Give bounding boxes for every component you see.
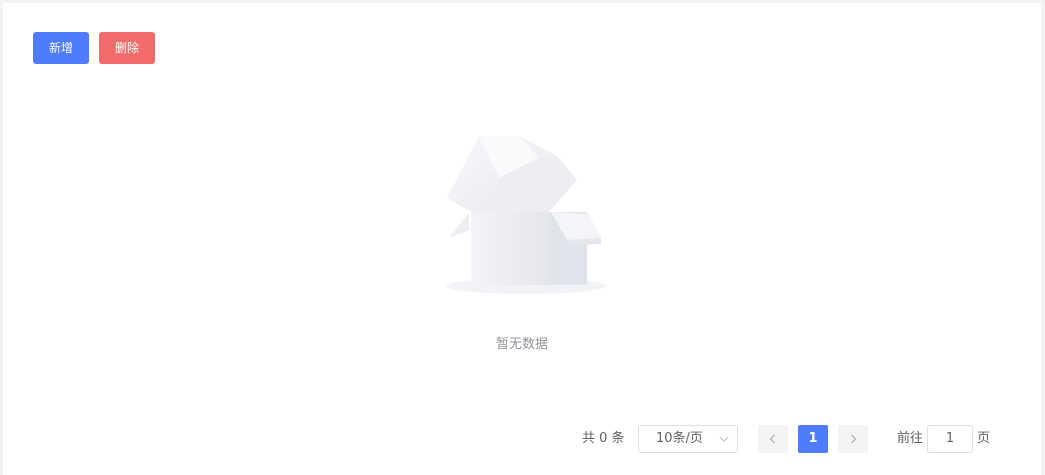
page-number-current[interactable]: 1 [798,425,828,453]
total-count: 共 0 条 [582,431,625,446]
empty-text: 暂无数据 [495,337,548,352]
chevron-right-icon [851,434,857,444]
delete-button[interactable]: 删除 [99,32,155,64]
page-size-select[interactable]: 10条/页 [638,425,738,453]
page-size-value: 10条/页 [656,431,703,446]
empty-box-icon [446,136,606,294]
next-page-button[interactable] [838,425,868,453]
goto-suffix: 页 [977,431,991,446]
goto-page-input[interactable] [927,425,973,453]
chevron-down-icon [719,436,729,442]
chevron-left-icon [769,434,775,444]
main-panel: 新增 删除 暂无数据 共 0 条 10条/页 1 前往 1 页 [3,3,1041,475]
prev-page-button[interactable] [758,425,788,453]
pagination: 共 0 条 10条/页 1 前往 页 [3,425,1041,453]
add-button[interactable]: 新增 [33,32,89,64]
goto-label: 前往 [897,431,924,446]
